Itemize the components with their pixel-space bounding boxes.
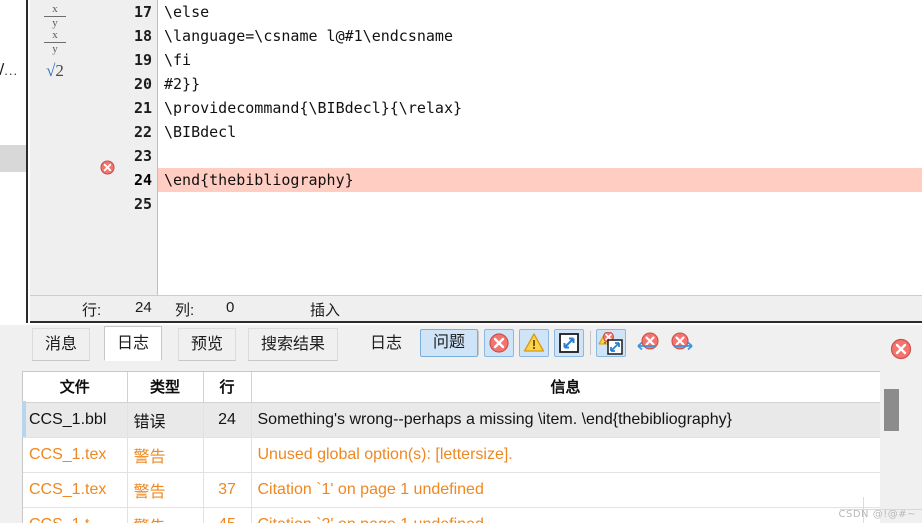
line-number: 23 xyxy=(133,147,152,165)
tab-search-results[interactable]: 搜索结果 xyxy=(248,328,339,361)
line-number: 17 xyxy=(133,3,152,21)
sqrt-ellipsis-icon[interactable]: √... xyxy=(0,60,26,82)
code-line[interactable]: \else xyxy=(158,0,922,24)
table-row[interactable]: CCS_1.t 警告 45 Citation `2' on page 1 und… xyxy=(23,507,881,523)
column-header-file[interactable]: 文件 xyxy=(23,372,128,403)
code-line[interactable]: #2}} xyxy=(158,72,922,96)
show-badboxes-toggle[interactable] xyxy=(554,329,584,357)
line-number: 25 xyxy=(133,195,152,213)
table-row[interactable]: CCS_1.tex 警告 Unused global option(s): [l… xyxy=(23,437,881,473)
status-col-value: 0 xyxy=(226,299,235,316)
bottom-panel-tabstrip: 消息 日志 预览 搜索结果 日志 问题 xyxy=(0,325,922,361)
line-number: 22 xyxy=(133,123,152,141)
filter-warning-expand-toggle[interactable] xyxy=(596,329,626,357)
code-line[interactable]: \BIBdecl xyxy=(158,120,922,144)
scrollbar-thumb[interactable] xyxy=(884,389,899,431)
show-errors-toggle[interactable] xyxy=(484,329,514,357)
cell-file: CCS_1.bbl xyxy=(23,402,128,438)
cell-message: Unused global option(s): [lettersize]. xyxy=(251,437,881,473)
code-line[interactable] xyxy=(158,192,922,216)
left-panel-selected-row[interactable] xyxy=(0,145,26,172)
line-number-current: 24 xyxy=(133,171,152,189)
toolbar-separator-1 xyxy=(478,331,479,355)
status-col-label: 列: xyxy=(175,302,195,319)
column-header-message[interactable]: 信息 xyxy=(251,372,881,403)
table-vertical-scrollbar[interactable] xyxy=(880,371,902,523)
cell-line: 24 xyxy=(203,402,252,438)
cell-line: 37 xyxy=(203,472,252,508)
expand-arrows-icon xyxy=(555,332,583,354)
subtab-problems[interactable]: 问题 xyxy=(420,329,479,357)
status-row-value: 24 xyxy=(135,299,152,316)
line-number: 21 xyxy=(133,99,152,117)
tab-messages[interactable]: 消息 xyxy=(32,328,91,361)
cell-type: 错误 xyxy=(127,402,204,438)
cell-type: 警告 xyxy=(127,437,204,473)
code-line[interactable]: \providecommand{\BIBdecl}{\relax} xyxy=(158,96,922,120)
app-root: √... xy xy √2 17 18 19 20 21 22 23 24 25… xyxy=(0,0,922,523)
fraction-xy-icon-2[interactable]: xy xyxy=(38,30,72,55)
column-header-line[interactable]: 行 xyxy=(203,372,252,403)
table-header-row: 文件 类型 行 信息 xyxy=(23,372,881,403)
selected-row-indicator xyxy=(22,401,26,437)
go-previous-error-button[interactable] xyxy=(632,329,662,357)
cell-message: Something's wrong--perhaps a missing \it… xyxy=(251,402,881,438)
table-row[interactable]: CCS_1.bbl 错误 24 Something's wrong--perha… xyxy=(23,402,881,438)
csdn-watermark: CSDN @!@#~ xyxy=(838,509,916,520)
toolbar-separator-2 xyxy=(590,331,591,355)
fraction-xy-icon-1[interactable]: xy xyxy=(38,4,72,29)
cell-file: CCS_1.tex xyxy=(23,472,128,508)
status-row-label: 行: xyxy=(82,302,102,319)
cell-type: 警告 xyxy=(127,472,204,508)
line-number-gutter: 17 18 19 20 21 22 23 24 25 xyxy=(98,0,158,295)
code-editor[interactable]: \else \language=\csname l@#1\endcsname \… xyxy=(158,0,922,295)
show-warnings-toggle[interactable] xyxy=(519,329,549,357)
problems-table[interactable]: 文件 类型 行 信息 CCS_1.bbl 错误 24 Something's w… xyxy=(22,371,902,523)
bottom-panel: 消息 日志 预览 搜索结果 日志 问题 文件 类型 行 信息 CCS_1.bbl… xyxy=(0,325,922,523)
warning-expand-combo-icon xyxy=(597,332,625,356)
cell-line: 45 xyxy=(203,507,252,523)
cell-file: CCS_1.tex xyxy=(23,437,128,473)
error-circle-icon xyxy=(485,332,513,354)
editor-status-bar: 行: 24 列: 0 插入 xyxy=(30,295,922,323)
code-line[interactable]: \fi xyxy=(158,48,922,72)
subtab-log[interactable]: 日志 xyxy=(358,328,414,361)
sqrt-two-icon[interactable]: √2 xyxy=(38,62,72,79)
column-header-type[interactable]: 类型 xyxy=(127,372,204,403)
tab-log[interactable]: 日志 xyxy=(104,326,163,361)
cell-message: Citation `2' on page 1 undefined xyxy=(251,507,881,523)
cell-line xyxy=(203,437,252,473)
error-prev-arrow-icon xyxy=(633,332,661,354)
code-line[interactable] xyxy=(158,144,922,168)
close-panel-button[interactable] xyxy=(890,338,912,360)
go-next-error-button[interactable] xyxy=(668,329,698,357)
error-next-arrow-icon xyxy=(669,332,697,354)
code-line[interactable]: \language=\csname l@#1\endcsname xyxy=(158,24,922,48)
cell-type: 警告 xyxy=(127,507,204,523)
line-number: 19 xyxy=(133,51,152,69)
tab-preview[interactable]: 预览 xyxy=(178,328,237,361)
line-number: 18 xyxy=(133,27,152,45)
warning-triangle-icon xyxy=(520,332,548,354)
cell-file: CCS_1.t xyxy=(23,507,128,523)
left-neighbor-panel: √... xyxy=(0,0,28,323)
table-row[interactable]: CCS_1.tex 警告 37 Citation `1' on page 1 u… xyxy=(23,472,881,508)
line-number: 20 xyxy=(133,75,152,93)
close-panel-icon xyxy=(890,338,912,364)
cell-message: Citation `1' on page 1 undefined xyxy=(251,472,881,508)
code-line-error[interactable]: \end{thebibliography} xyxy=(158,168,922,192)
status-insert-mode[interactable]: 插入 xyxy=(310,299,340,320)
